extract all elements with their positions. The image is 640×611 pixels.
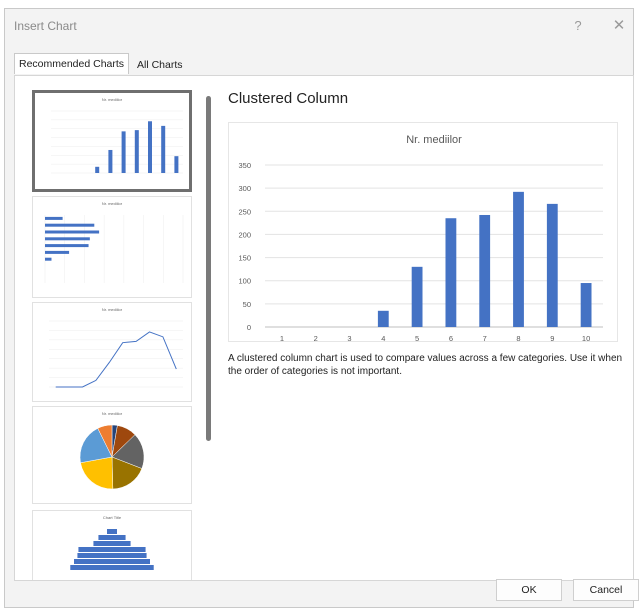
thumb-pie-chart [79,424,145,490]
bar-4 [377,310,389,327]
bar-9 [546,203,558,327]
close-icon[interactable]: ✕ [611,16,627,34]
recommended-chart-list: Nr. mediilor Nr. mediilor Nr. mediilor N… [24,90,196,580]
thumb-funnel[interactable]: Chart Title [32,510,192,580]
thumb-line-chart [49,320,183,388]
y-tick-label: 200 [238,230,251,239]
thumb-clustered-column[interactable]: Nr. mediilor [32,90,192,192]
chart-type-heading: Clustered Column [228,90,349,107]
thumb-bar [174,156,179,173]
preview-chart-area: Nr. mediilor 0 50 100 150 200 250 300 350 1 2 3 4 5 6 7… [228,122,618,343]
thumb-hbar [45,257,52,261]
thumbnail-scrollbar[interactable] [206,96,211,441]
chart-description: A clustered column chart is used to comp… [228,353,623,377]
window-top-edge [0,0,640,8]
y-tick-label: 150 [238,254,251,263]
thumb-funnel-chart [70,529,154,570]
y-tick-label: 100 [238,277,251,286]
thumb-hbar [45,223,95,227]
preview-column-chart: Nr. mediilor 0 50 100 150 200 250 300 350 1 2 3 4 5 6 7… [238,134,603,343]
chart-title: Nr. mediilor [406,134,462,146]
bar-6 [445,218,457,327]
thumb-bar [108,149,113,173]
thumb-hbar [45,237,90,241]
thumb-funnel-bar [77,553,147,558]
y-tick-label: 300 [238,184,251,193]
chart-panel: Nr. mediilor Nr. mediilor Nr. mediilor N… [14,75,634,581]
x-tick-label: 8 [516,334,520,341]
title-bar: Insert Chart ? ✕ [5,9,633,45]
thumb-line [55,331,177,388]
thumb-line[interactable]: Nr. mediilor [32,302,192,402]
thumb-bar [121,131,126,173]
thumb-bar [134,130,139,173]
thumb-funnel-bar [78,547,146,552]
x-tick-label: 7 [483,334,487,341]
cancel-button[interactable]: Cancel [573,579,639,601]
y-tick-label: 50 [243,300,251,309]
thumb-funnel-bar [107,529,117,534]
dialog-title: Insert Chart [14,19,77,33]
thumb-bar-chart [44,215,184,283]
ok-button[interactable]: OK [496,579,562,601]
thumb-bar [148,121,152,173]
bar-8 [513,191,524,327]
y-tick-label: 250 [238,207,251,216]
help-icon[interactable]: ? [570,18,586,33]
x-tick-label: 5 [415,334,419,341]
thumb-funnel-bar [70,565,154,570]
thumb-pie[interactable]: Nr. mediilor [32,406,192,504]
x-tick-label: 10 [582,334,590,341]
thumb-bar [95,166,100,173]
x-tick-label: 4 [381,334,385,341]
thumb-funnel-bar [98,535,126,540]
thumb-clustered-bar[interactable]: Nr. mediilor [32,196,192,298]
x-tick-label: 2 [314,334,318,341]
x-tick-label: 1 [280,334,284,341]
bar-5 [411,266,423,327]
thumb-funnel-bar [74,559,150,564]
thumb-column-chart [51,110,183,174]
x-tick-label: 6 [449,334,453,341]
y-tick-label: 0 [247,323,251,332]
bar-10 [580,283,592,327]
y-tick-label: 350 [238,161,251,170]
thumb-hbar [45,216,63,220]
insert-chart-dialog: Insert Chart ? ✕ Recommended Charts All … [4,8,639,608]
thumb-funnel-bar [93,541,131,546]
thumb-hbar [45,250,70,254]
tab-recommended-charts[interactable]: Recommended Charts [14,53,129,74]
thumb-hbar [45,244,89,248]
tab-all-charts[interactable]: All Charts [133,55,193,76]
x-tick-label: 3 [347,334,351,341]
x-tick-label: 9 [550,334,554,341]
thumb-hbar [45,230,100,234]
thumb-bar [161,125,166,173]
bar-7 [479,214,491,327]
